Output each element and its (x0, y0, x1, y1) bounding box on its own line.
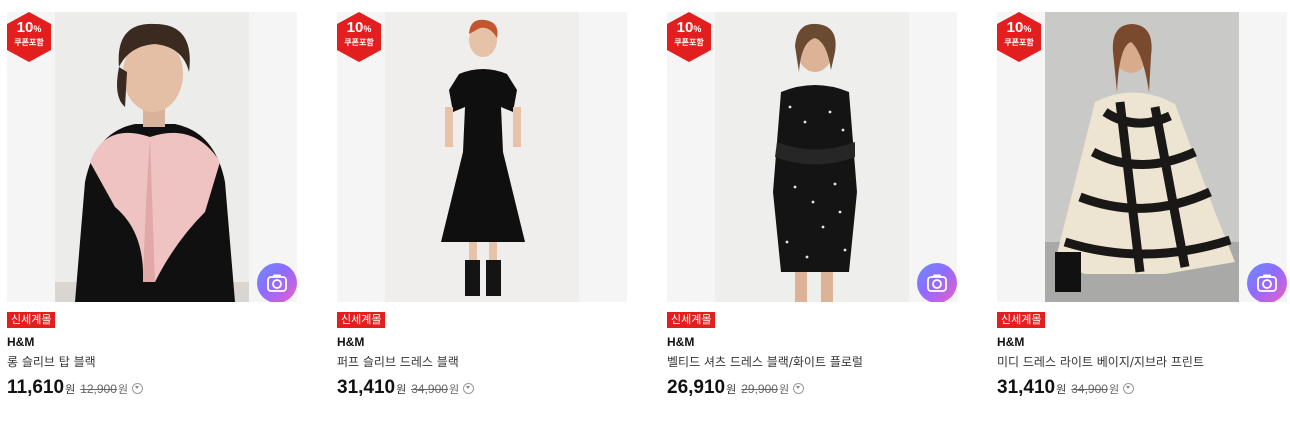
product-photo (55, 12, 249, 302)
mall-badge: 신세계몰 (337, 312, 386, 328)
product-image[interactable]: 10% 쿠폰포함 (997, 12, 1287, 302)
camera-icon (267, 274, 287, 292)
mall-badge: 신세계몰 (7, 312, 56, 328)
price-info-icon[interactable] (463, 383, 475, 394)
product-card[interactable]: 10% 쿠폰포함 신세계몰 H&M 퍼프 슬리브 드레스 블랙 31,410 원… (337, 12, 627, 401)
original-price: 34,900 (411, 382, 448, 396)
original-currency: 원 (778, 383, 790, 396)
original-price: 12,900 (80, 382, 117, 396)
product-card[interactable]: 10% 쿠폰포함 신세계몰 H&M 미디 드레스 라이트 베이지/지브라 프린트… (997, 12, 1287, 401)
coupon-badge: 10% 쿠폰포함 (997, 12, 1041, 62)
camera-search-button[interactable] (257, 263, 297, 302)
product-image[interactable]: 10% 쿠폰포함 (667, 12, 957, 302)
product-grid: 10% 쿠폰포함 신세계몰 H&M 롱 슬리브 탑 블랙 11,610 원 12… (0, 0, 1290, 430)
product-image[interactable]: 10% 쿠폰포함 (7, 12, 297, 302)
price-row: 11,610 원 12,900 원 (7, 377, 297, 401)
coupon-badge: 10% 쿠폰포함 (337, 12, 381, 62)
price-info-icon[interactable] (793, 383, 805, 394)
original-currency: 원 (448, 383, 460, 396)
price-row: 26,910 원 29,900 원 (667, 377, 957, 401)
brand-name: H&M (667, 335, 695, 349)
original-currency: 원 (1108, 383, 1120, 396)
brand-name: H&M (7, 335, 35, 349)
product-photo (715, 12, 909, 302)
mall-badge: 신세계몰 (667, 312, 716, 328)
camera-icon (1257, 274, 1277, 292)
original-price: 29,900 (741, 382, 778, 396)
currency: 원 (65, 383, 76, 396)
price-info-icon[interactable] (132, 383, 144, 394)
brand-name: H&M (997, 335, 1025, 349)
product-card[interactable]: 10% 쿠폰포함 신세계몰 H&M 벨티드 셔츠 드레스 블랙/화이트 플로럴 … (667, 12, 957, 401)
product-card[interactable]: 10% 쿠폰포함 신세계몰 H&M 롱 슬리브 탑 블랙 11,610 원 12… (7, 12, 297, 401)
sale-price: 31,410 (337, 377, 396, 398)
coupon-badge: 10% 쿠폰포함 (667, 12, 711, 62)
brand-name: H&M (337, 335, 365, 349)
mall-badge: 신세계몰 (997, 312, 1046, 328)
price-info-icon[interactable] (1123, 383, 1135, 394)
product-image[interactable]: 10% 쿠폰포함 (337, 12, 627, 302)
camera-search-button[interactable] (1247, 263, 1287, 302)
product-name[interactable]: 벨티드 셔츠 드레스 블랙/화이트 플로럴 (667, 354, 957, 370)
price-row: 31,410 원 34,900 원 (997, 377, 1287, 401)
camera-icon (927, 274, 947, 292)
currency: 원 (1056, 383, 1067, 396)
product-photo (1045, 12, 1239, 302)
product-photo (385, 12, 579, 302)
product-name[interactable]: 퍼프 슬리브 드레스 블랙 (337, 354, 627, 370)
sale-price: 26,910 (667, 377, 726, 398)
camera-search-button[interactable] (917, 263, 957, 302)
original-price: 34,900 (1071, 382, 1108, 396)
currency: 원 (396, 383, 407, 396)
coupon-badge: 10% 쿠폰포함 (7, 12, 51, 62)
product-name[interactable]: 미디 드레스 라이트 베이지/지브라 프린트 (997, 354, 1287, 370)
original-currency: 원 (117, 383, 129, 396)
currency: 원 (726, 383, 737, 396)
product-name[interactable]: 롱 슬리브 탑 블랙 (7, 354, 297, 370)
sale-price: 11,610 (7, 377, 65, 398)
price-row: 31,410 원 34,900 원 (337, 377, 627, 401)
sale-price: 31,410 (997, 377, 1056, 398)
